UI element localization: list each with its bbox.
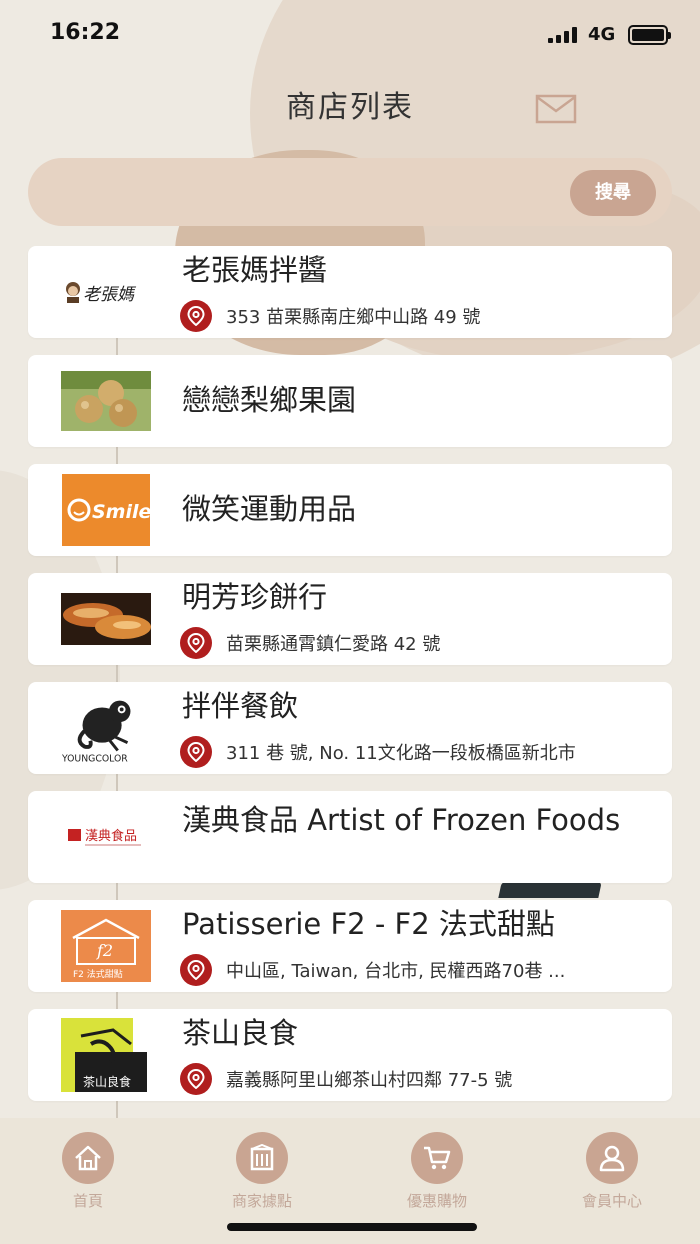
svg-text:YOUNGCOLOR: YOUNGCOLOR <box>61 753 128 764</box>
store-name: 茶山良食 <box>182 1016 299 1050</box>
pear-photo <box>61 364 151 438</box>
store-name: 漢典食品 Artist of Frozen Foods <box>182 803 621 837</box>
store-address: 353 苗栗縣南庄鄉中山路 49 號 <box>180 300 660 332</box>
search-bar: 搜尋 <box>28 158 672 226</box>
svg-text:茶山良食: 茶山良食 <box>83 1074 131 1089</box>
chashan-logo: 茶山良食 <box>61 1018 151 1092</box>
svg-text:Smile: Smile <box>92 501 150 523</box>
home-indicator <box>227 1223 477 1231</box>
network-type: 4G <box>588 24 616 45</box>
user-icon <box>586 1132 638 1184</box>
store-card[interactable]: YOUNGCOLOR 拌伴餐飲 311 巷 號, No. 11文化路一段板橋區新… <box>28 682 672 774</box>
store-card[interactable]: 老張媽 老張媽拌醬 353 苗栗縣南庄鄉中山路 49 號 <box>28 246 672 338</box>
mail-icon[interactable] <box>535 94 577 124</box>
tab-home[interactable]: 首頁 <box>28 1132 148 1212</box>
youngcolor-logo: YOUNGCOLOR <box>61 691 151 765</box>
store-name: 微笑運動用品 <box>182 492 357 526</box>
store-card[interactable]: 漢典食品 漢典食品 Artist of Frozen Foods <box>28 791 672 883</box>
store-name: Patisserie F2 - F2 法式甜點 <box>182 907 555 941</box>
svg-text:漢典食品: 漢典食品 <box>85 828 137 844</box>
location-pin-icon <box>180 300 212 332</box>
svg-text:老張媽: 老張媽 <box>83 285 137 305</box>
store-card[interactable]: 茶山良食 茶山良食 嘉義縣阿里山鄉茶山村四鄰 77-5 號 <box>28 1009 672 1101</box>
store-address: 苗栗縣通霄鎮仁愛路 42 號 <box>180 627 660 659</box>
tab-shopping[interactable]: 優惠購物 <box>377 1132 497 1212</box>
status-time: 16:22 <box>50 20 121 45</box>
store-address: 中山區, Taiwan, 台北市, 民權西路70巷 ... <box>180 954 660 986</box>
battery-icon <box>628 25 671 45</box>
svg-text:F2 法式甜點: F2 法式甜點 <box>73 968 123 980</box>
store-card[interactable]: 戀戀梨鄉果園 <box>28 355 672 447</box>
pastry-photo <box>61 582 151 656</box>
handian-logo: 漢典食品 <box>61 800 151 874</box>
store-name: 明芳珍餅行 <box>182 580 328 614</box>
home-icon <box>62 1132 114 1184</box>
status-bar: 16:22 4G <box>0 0 700 70</box>
search-button[interactable]: 搜尋 <box>570 170 656 216</box>
tab-member[interactable]: 會員中心 <box>552 1132 672 1212</box>
svg-text:f2: f2 <box>96 941 113 960</box>
smile-logo: Smile <box>61 473 151 547</box>
location-pin-icon <box>180 1063 212 1095</box>
store-name: 拌伴餐飲 <box>182 689 299 723</box>
location-pin-icon <box>180 627 212 659</box>
header: 商店列表 <box>0 70 700 135</box>
store-card[interactable]: f2 F2 法式甜點 Patisserie F2 - F2 法式甜點 中山區, … <box>28 900 672 992</box>
store-name: 戀戀梨鄉果園 <box>182 383 357 417</box>
store-card[interactable]: Smile 微笑運動用品 <box>28 464 672 556</box>
f2-logo: f2 F2 法式甜點 <box>61 909 151 983</box>
store-card[interactable]: 明芳珍餅行 苗栗縣通霄鎮仁愛路 42 號 <box>28 573 672 665</box>
search-input[interactable] <box>58 172 562 214</box>
store-address: 嘉義縣阿里山鄉茶山村四鄰 77-5 號 <box>180 1063 660 1095</box>
location-pin-icon <box>180 736 212 768</box>
signal-icon <box>548 27 580 43</box>
building-icon <box>236 1132 288 1184</box>
store-name: 老張媽拌醬 <box>182 253 328 287</box>
page-title: 商店列表 <box>286 90 414 125</box>
store-address: 311 巷 號, No. 11文化路一段板橋區新北市 <box>180 736 660 768</box>
cart-icon <box>411 1132 463 1184</box>
tab-store-locations[interactable]: 商家據點 <box>202 1132 322 1212</box>
laozhangma-logo: 老張媽 <box>61 255 151 329</box>
location-pin-icon <box>180 954 212 986</box>
